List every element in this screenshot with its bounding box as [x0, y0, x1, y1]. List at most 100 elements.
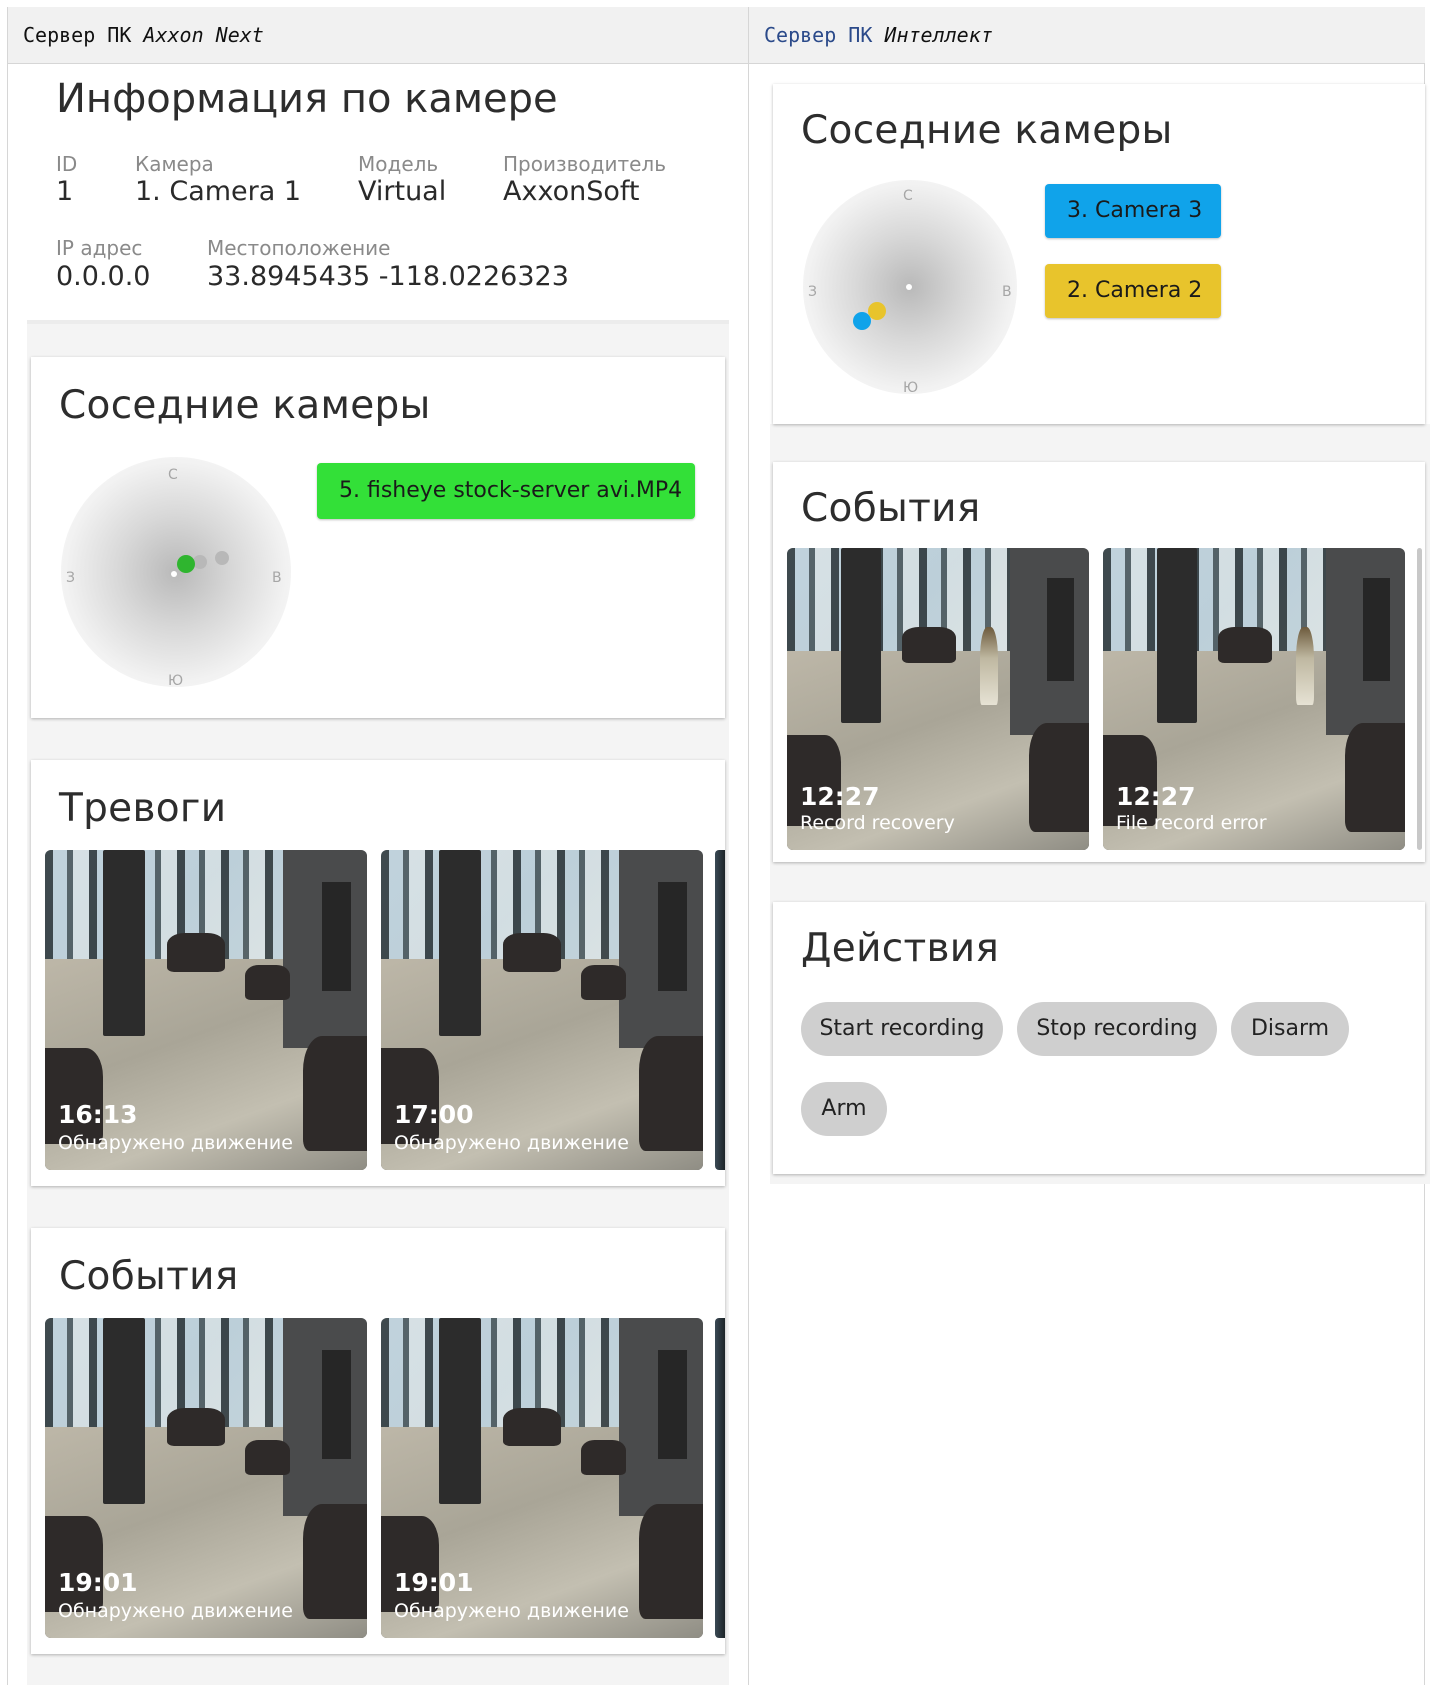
- compass-north-label: С: [903, 188, 913, 204]
- scene-sofa: [503, 933, 562, 972]
- neighbor-cameras-card: Соседние камеры С Ю З В 3. Camera 3 2. C…: [773, 84, 1425, 424]
- compass-west-label: З: [66, 570, 75, 586]
- event-thumbnail[interactable]: 12:27 Record recovery: [787, 548, 1089, 850]
- neighbor-cameras-title: Соседние камеры: [59, 383, 431, 428]
- header-product: Axxon Next: [143, 23, 264, 47]
- header-prefix: Сервер ПК: [764, 23, 873, 47]
- scene-door: [321, 1350, 351, 1459]
- alarms-title: Тревоги: [59, 786, 227, 831]
- current-camera-dot: [906, 284, 912, 290]
- actions-card: Действия Start recording Stop recording …: [773, 902, 1425, 1174]
- event-time: 19:01: [394, 1568, 474, 1597]
- event-thumbnail[interactable]: 19:01 Обнаружено движение: [381, 1318, 703, 1638]
- event-caption: Обнаружено движение: [58, 1600, 293, 1622]
- neighbor-camera-button[interactable]: 2. Camera 2: [1045, 264, 1221, 318]
- compass-north-label: С: [168, 467, 178, 483]
- scene-door: [1046, 578, 1074, 681]
- scene-sofa: [1217, 626, 1273, 663]
- alarms-card: Тревоги 16:13 Обнаружено движение 17:00 …: [31, 760, 725, 1186]
- info-separator: [27, 320, 729, 324]
- next-thumbnail-edge[interactable]: [715, 850, 725, 1170]
- event-time: 12:27: [800, 782, 880, 811]
- scene-sofa: [167, 933, 226, 972]
- scene-sofa: [381, 1048, 439, 1145]
- field-value-manufacturer: AxxonSoft: [503, 176, 640, 207]
- compass-south-label: Ю: [903, 380, 919, 396]
- camera-marker-dot[interactable]: [853, 312, 871, 330]
- scene-pillar: [102, 1318, 145, 1504]
- event-time: 19:01: [58, 1568, 138, 1597]
- field-label-model: Модель: [358, 152, 439, 176]
- scene-sofa: [302, 1503, 367, 1619]
- alarm-thumbnail[interactable]: 16:13 Обнаружено движение: [45, 850, 367, 1170]
- carousel-scroll-indicator[interactable]: [1417, 548, 1422, 850]
- column-divider: [748, 7, 749, 1685]
- neighbor-camera-button[interactable]: 3. Camera 3: [1045, 184, 1221, 238]
- field-value-model: Virtual: [358, 176, 447, 207]
- header-product: Интеллект: [884, 23, 993, 47]
- scene-pillar: [1157, 548, 1197, 724]
- scene-pillar: [102, 850, 145, 1036]
- field-value-location: 33.8945435 -118.0226323: [207, 261, 569, 292]
- scene-sofa: [638, 1503, 703, 1619]
- compass-east-label: В: [1002, 284, 1012, 300]
- camera-marker-dot[interactable]: [215, 551, 229, 565]
- compass-east-label: В: [272, 570, 282, 586]
- scene-door: [1362, 578, 1390, 681]
- scene-pillar: [438, 850, 481, 1036]
- scene-sofa: [901, 626, 957, 663]
- alarm-thumbnail[interactable]: 17:00 Обнаружено движение: [381, 850, 703, 1170]
- event-thumbnail[interactable]: 12:27 File record error: [1103, 548, 1405, 850]
- alarm-caption: Обнаружено движение: [394, 1132, 629, 1154]
- field-label-manufacturer: Производитель: [503, 152, 666, 176]
- camera-info-title: Информация по камере: [56, 76, 558, 122]
- next-thumbnail-edge[interactable]: [715, 1318, 725, 1638]
- camera-marker-dot-selected[interactable]: [177, 555, 195, 573]
- events-card: События 19:01 Обнаружено движение 19:01 …: [31, 1228, 725, 1654]
- scene-sofa: [167, 1407, 226, 1446]
- right-column-header: Сервер ПК Интеллект: [749, 7, 1425, 64]
- scene-person: [980, 626, 999, 706]
- scene-sofa: [1028, 723, 1089, 832]
- scene-sofa: [244, 965, 290, 1001]
- neighbor-cameras-card: Соседние камеры С Ю З В 5. fisheye stock…: [31, 357, 725, 718]
- events-title: События: [801, 486, 981, 531]
- event-caption: File record error: [1116, 812, 1267, 834]
- stop-recording-button[interactable]: Stop recording: [1017, 1002, 1217, 1056]
- alarm-time: 17:00: [394, 1100, 474, 1129]
- scene-pillar: [841, 548, 881, 724]
- scene-sofa: [1344, 723, 1405, 832]
- scene-door: [657, 882, 687, 991]
- disarm-button[interactable]: Disarm: [1231, 1002, 1349, 1056]
- scene-sofa: [244, 1439, 290, 1475]
- field-value-ip: 0.0.0.0: [56, 261, 151, 292]
- scene-sofa: [503, 1407, 562, 1446]
- scene-sofa: [580, 1439, 626, 1475]
- alarm-time: 16:13: [58, 1100, 138, 1129]
- left-column-header: Сервер ПК Axxon Next: [8, 7, 748, 64]
- scene-sofa: [580, 965, 626, 1001]
- events-card: События 12:27 Record recovery 12:27 File…: [773, 462, 1425, 862]
- current-camera-dot: [171, 571, 177, 577]
- compass-west-label: З: [808, 284, 817, 300]
- camera-marker-dot[interactable]: [868, 302, 886, 320]
- neighbor-camera-button[interactable]: 5. fisheye stock-server avi.MP4: [317, 463, 695, 519]
- scene-sofa: [638, 1035, 703, 1151]
- scene-sofa: [45, 1048, 103, 1145]
- scene-sofa: [45, 1516, 103, 1613]
- camera-marker-dot[interactable]: [193, 555, 207, 569]
- arm-button[interactable]: Arm: [801, 1082, 887, 1136]
- event-thumbnail[interactable]: 19:01 Обнаружено движение: [45, 1318, 367, 1638]
- event-caption: Обнаружено движение: [394, 1600, 629, 1622]
- actions-title: Действия: [801, 926, 1000, 971]
- scene-door: [321, 882, 351, 991]
- scene-pillar: [438, 1318, 481, 1504]
- field-label-id: ID: [56, 152, 78, 176]
- alarm-caption: Обнаружено движение: [58, 1132, 293, 1154]
- scene-door: [657, 1350, 687, 1459]
- field-label-camera: Камера: [135, 152, 214, 176]
- start-recording-button[interactable]: Start recording: [801, 1002, 1003, 1056]
- compass-south-label: Ю: [168, 673, 184, 689]
- event-time: 12:27: [1116, 782, 1196, 811]
- neighbor-cameras-title: Соседние камеры: [801, 108, 1173, 153]
